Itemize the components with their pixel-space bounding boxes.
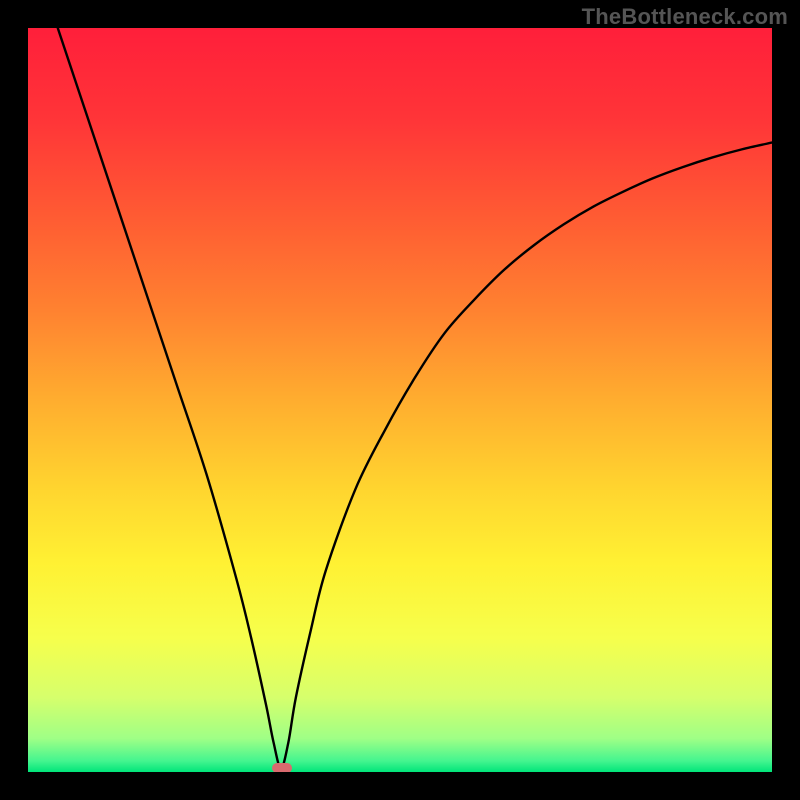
chart-frame: TheBottleneck.com	[0, 0, 800, 800]
plot-area	[28, 28, 772, 772]
watermark-text: TheBottleneck.com	[582, 4, 788, 30]
optimal-point-marker	[272, 763, 292, 772]
plot-svg	[28, 28, 772, 772]
gradient-background	[28, 28, 772, 772]
